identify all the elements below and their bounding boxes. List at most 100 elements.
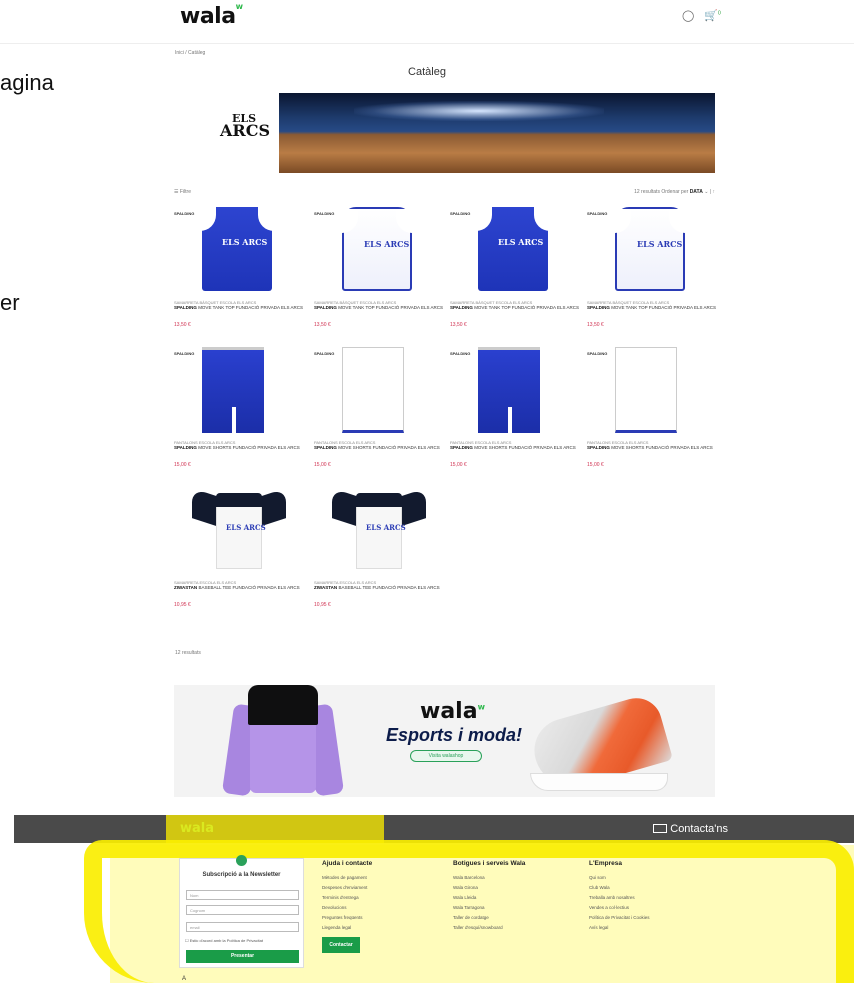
site-logo[interactable]: walaw xyxy=(180,1,243,29)
footer-link[interactable]: Club Wala xyxy=(589,883,709,893)
footer-link[interactable]: Llegenda legal xyxy=(322,923,442,933)
footer-link[interactable]: Avís legal xyxy=(589,923,709,933)
product-card[interactable]: SPALDING ELS ARCS SAMARRETA BÀSQUET ESCOLA… xyxy=(587,205,717,330)
shorts-graphic xyxy=(342,347,404,433)
header-icons: ◯ 🛒0 xyxy=(682,9,721,22)
promo-slogan: Esports i moda! xyxy=(386,725,523,745)
product-image[interactable]: SPALDING ELS ARCS xyxy=(174,205,304,295)
product-card[interactable]: SPALDING ELS ARCS SAMARRETA BÀSQUET ESCOLA… xyxy=(174,205,304,330)
product-card[interactable]: SPALDING ELS ARCS SAMARRETA BÀSQUET ESCOLA… xyxy=(450,205,580,330)
product-brand: SPALDING xyxy=(174,305,197,310)
product-name[interactable]: SPALDING MOVE TANK TOP FUNDACIÓ PRIVADA … xyxy=(587,305,717,311)
promo-logo-text: wala xyxy=(420,699,478,724)
logo-text: wala xyxy=(180,4,236,29)
footer-link[interactable]: Vendes a col·lectius xyxy=(589,903,709,913)
filters-label: Filtre xyxy=(179,189,191,195)
promo-banner[interactable]: walaw Esports i moda! Visita walashop xyxy=(174,685,715,797)
visit-shop-button[interactable]: Visita walashop xyxy=(410,750,482,762)
product-image[interactable]: SPALDING xyxy=(587,345,717,435)
product-image[interactable]: SPALDING ELS ARCS xyxy=(450,205,580,295)
email-field[interactable]: email xyxy=(186,922,299,932)
product-card[interactable]: ELS ARCS SAMARRETA ESCOLA ELS ARCS ZIWASTA… xyxy=(174,485,304,610)
jersey-graphic: ELS ARCS xyxy=(198,207,276,291)
jacket-image xyxy=(220,685,346,797)
product-name[interactable]: SPALDING MOVE SHORTS FUNDACIÓ PRIVADA EL… xyxy=(450,445,580,451)
footer-col-title: Botigues i serveis Wala xyxy=(453,860,526,867)
breadcrumb[interactable]: Inici / Catàleg xyxy=(175,50,205,56)
brand-tag: SPALDING xyxy=(450,211,471,216)
footer-link[interactable]: Taller de cordatge xyxy=(453,913,573,923)
surname-field[interactable]: Cognom xyxy=(186,905,299,915)
product-card[interactable]: SPALDING PANTALONS ESCOLA ELS ARCS SPALDIN… xyxy=(587,345,717,470)
footer-link[interactable]: Wala Girona xyxy=(453,883,573,893)
cart-icon[interactable]: 🛒0 xyxy=(704,9,720,22)
product-card[interactable]: SPALDING PANTALONS ESCOLA ELS ARCS SPALDIN… xyxy=(174,345,304,470)
contact-link[interactable]: Contacta'ns xyxy=(653,823,728,835)
product-image[interactable]: SPALDING xyxy=(450,345,580,435)
product-title: MOVE TANK TOP FUNDACIÓ PRIVADA ELS ARCS xyxy=(198,305,303,310)
sort-control[interactable]: 12 resultats Ordenar per DATA ⌄ | ↑ xyxy=(634,189,715,195)
user-icon[interactable]: ◯ xyxy=(682,9,694,22)
product-card[interactable]: SPALDING PANTALONS ESCOLA ELS ARCS SPALDIN… xyxy=(450,345,580,470)
product-name[interactable]: ZIWASTAN BASEBALL TEE FUNDACIÓ PRIVADA E… xyxy=(314,585,444,591)
brand-tag: SPALDING xyxy=(587,211,608,216)
filters-button[interactable]: ☰ Filtre xyxy=(174,189,191,195)
footer-link[interactable]: Wala Lleida xyxy=(453,893,573,903)
footer-link[interactable]: Mètodes de pagament xyxy=(322,873,442,883)
product-price: 10,95 € xyxy=(314,602,331,608)
footer-link[interactable]: Política de Privacitat i Cookies xyxy=(589,913,709,923)
product-image[interactable]: SPALDING ELS ARCS xyxy=(314,205,444,295)
product-card[interactable]: SPALDING PANTALONS ESCOLA ELS ARCS SPALDIN… xyxy=(314,345,444,470)
footer-link[interactable]: Despeses d'enviament xyxy=(322,883,442,893)
footer-col-title: Ajuda i contacte xyxy=(322,860,373,867)
footer-link[interactable]: Wala Tarragona xyxy=(453,903,573,913)
product-name[interactable]: SPALDING MOVE SHORTS FUNDACIÓ PRIVADA EL… xyxy=(314,445,444,451)
mail-icon xyxy=(653,824,668,833)
bottom-text: A xyxy=(182,976,187,982)
shorts-graphic xyxy=(478,347,540,433)
product-name[interactable]: SPALDING MOVE SHORTS FUNDACIÓ PRIVADA EL… xyxy=(587,445,717,451)
product-title: MOVE SHORTS FUNDACIÓ PRIVADA ELS ARCS xyxy=(338,445,440,450)
newsletter-title: Subscripció a la Newsletter xyxy=(202,872,281,878)
privacy-label: Estic d'acord amb la Política de Privaci… xyxy=(189,938,263,943)
leg-split xyxy=(508,407,512,433)
product-card[interactable]: SPALDING ELS ARCS SAMARRETA BÀSQUET ESCOLA… xyxy=(314,205,444,330)
name-field[interactable]: Nom xyxy=(186,890,299,900)
product-image[interactable]: SPALDING ELS ARCS xyxy=(587,205,717,295)
footer-link[interactable]: Taller d'esquí/snowboard xyxy=(453,923,573,933)
product-image[interactable]: ELS ARCS xyxy=(314,485,444,575)
leg-split xyxy=(373,404,377,430)
product-price: 15,00 € xyxy=(314,462,331,468)
product-name[interactable]: SPALDING MOVE SHORTS FUNDACIÓ PRIVADA EL… xyxy=(174,445,304,451)
shorts-graphic xyxy=(202,347,264,433)
product-card[interactable]: ELS ARCS SAMARRETA ESCOLA ELS ARCS ZIWASTA… xyxy=(314,485,444,610)
hero-banner: ELS ARCS xyxy=(174,93,715,173)
product-name[interactable]: SPALDING MOVE TANK TOP FUNDACIÓ PRIVADA … xyxy=(450,305,580,311)
logo-mark: w xyxy=(235,1,243,11)
product-image[interactable]: SPALDING xyxy=(314,345,444,435)
product-brand: SPALDING xyxy=(174,445,197,450)
els-arcs-logo: ELS ARCS xyxy=(202,113,270,139)
product-name[interactable]: SPALDING MOVE TANK TOP FUNDACIÓ PRIVADA … xyxy=(314,305,444,311)
product-name[interactable]: SPALDING MOVE TANK TOP FUNDACIÓ PRIVADA … xyxy=(174,305,304,311)
footer-link[interactable]: Qui som xyxy=(589,873,709,883)
product-name[interactable]: ZIWASTAN BASEBALL TEE FUNDACIÓ PRIVADA E… xyxy=(174,585,304,591)
footer-link[interactable]: Treballa amb nosaltres xyxy=(589,893,709,903)
footer-link[interactable]: Wala Barcelona xyxy=(453,873,573,883)
footer-link[interactable]: Devolucions xyxy=(322,903,442,913)
product-price: 15,00 € xyxy=(450,462,467,468)
product-image[interactable]: ELS ARCS xyxy=(174,485,304,575)
footer-link[interactable]: Terminis d'entrega xyxy=(322,893,442,903)
product-brand: SPALDING xyxy=(450,445,473,450)
privacy-checkbox[interactable]: ☐ Estic d'acord amb la Política de Priva… xyxy=(185,938,263,943)
product-image[interactable]: SPALDING xyxy=(174,345,304,435)
product-title: MOVE SHORTS FUNDACIÓ PRIVADA ELS ARCS xyxy=(474,445,576,450)
footer-col-title: L'Empresa xyxy=(589,860,622,867)
footer-link[interactable]: Preguntes freqüents xyxy=(322,913,442,923)
header-divider xyxy=(0,43,854,44)
contact-button[interactable]: Contactar xyxy=(322,937,360,953)
submit-button[interactable]: Presentar xyxy=(186,950,299,963)
product-price: 13,50 € xyxy=(174,322,191,328)
product-brand: ZIWASTAN xyxy=(174,585,198,590)
product-price: 13,50 € xyxy=(314,322,331,328)
